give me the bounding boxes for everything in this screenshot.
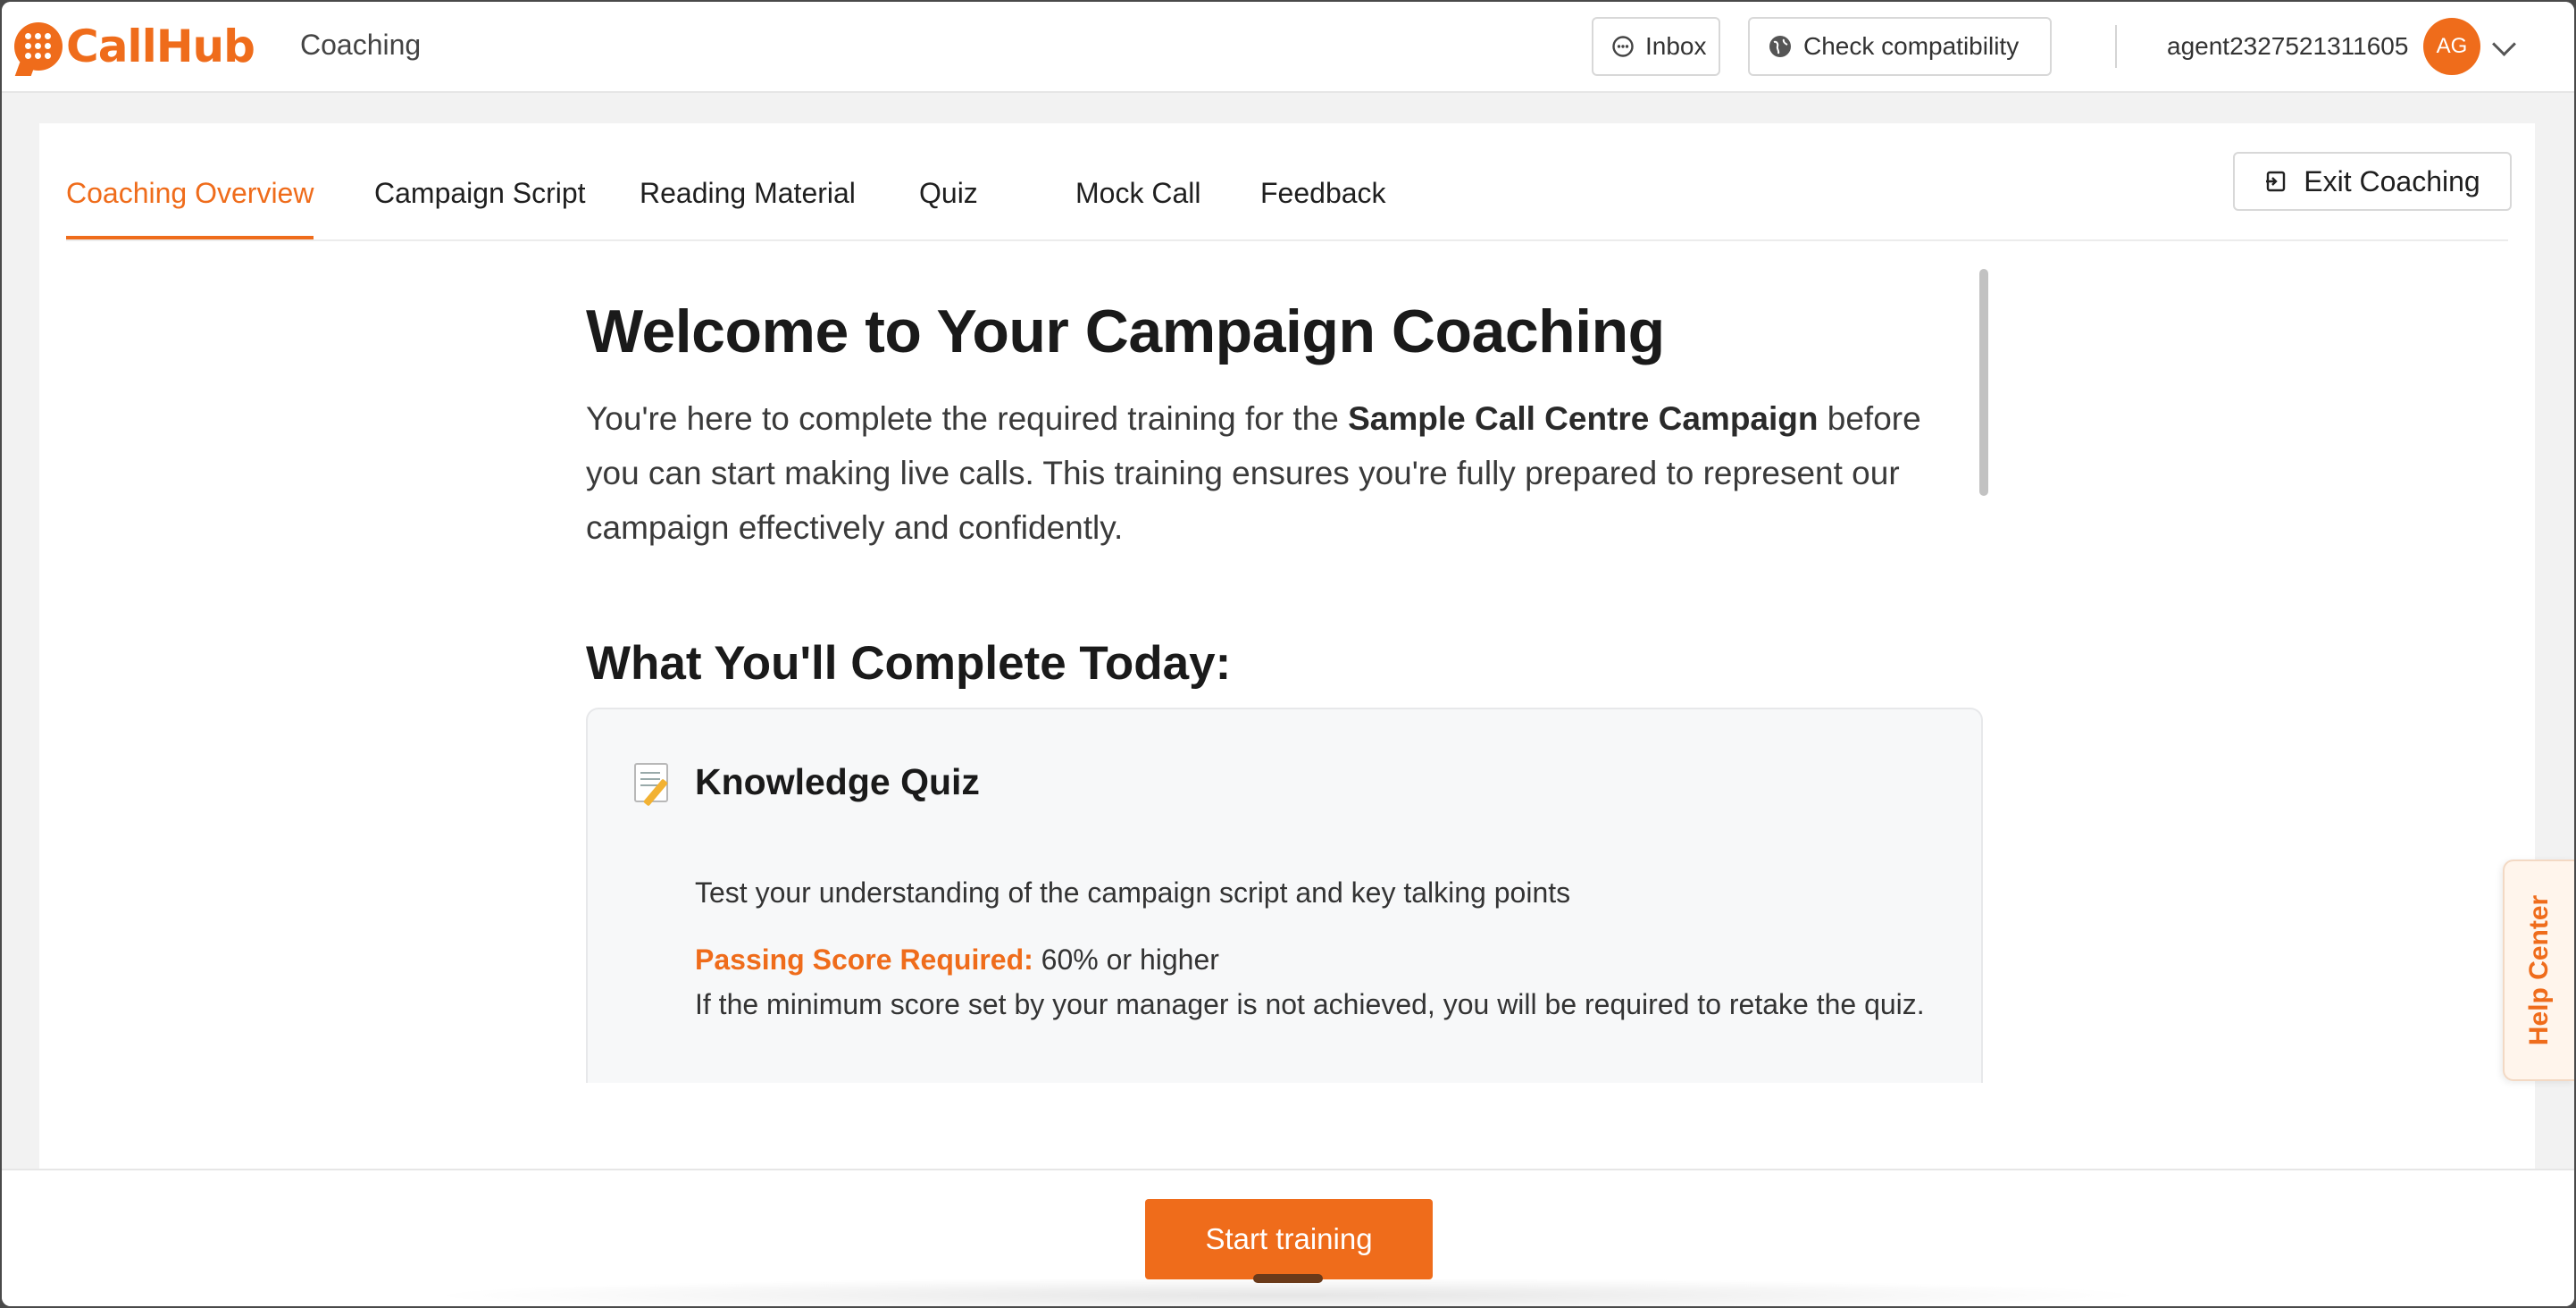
start-training-label: Start training: [1205, 1222, 1373, 1255]
quiz-title: Knowledge Quiz: [695, 761, 980, 802]
tab-bar: Coaching Overview Campaign Script Readin…: [66, 123, 2508, 241]
compat-label: Check compatibility: [1803, 32, 2020, 60]
app-window: CallHub Coaching Inbox Check compatibili…: [2, 2, 2574, 1306]
content-scrollbar[interactable]: [1979, 269, 1988, 496]
callhub-logo[interactable]: CallHub: [14, 20, 255, 73]
content-scroll-area[interactable]: Welcome to Your Campaign Coaching You're…: [39, 266, 2535, 1213]
tab-coaching-overview[interactable]: Coaching Overview: [66, 177, 314, 239]
agent-name[interactable]: agent2327521311605: [2167, 32, 2408, 61]
footer-bar: Start training: [2, 1169, 2574, 1306]
coaching-card: Coaching Overview Campaign Script Readin…: [39, 123, 2535, 1169]
quiz-title-row: Knowledge Quiz: [634, 761, 980, 803]
tab-mock-call[interactable]: Mock Call: [1075, 177, 1200, 239]
chat-bubble-icon: [1611, 35, 1635, 58]
inbox-label: Inbox: [1645, 32, 1707, 60]
section-title: Coaching: [300, 29, 422, 61]
logo-icon: [14, 22, 63, 71]
exit-icon: [2264, 170, 2287, 193]
complete-heading: What You'll Complete Today:: [586, 637, 1232, 690]
top-bar: CallHub Coaching Inbox Check compatibili…: [2, 2, 2574, 93]
help-center-label: Help Center: [2524, 894, 2554, 1046]
exit-coaching-label: Exit Coaching: [2304, 164, 2480, 197]
campaign-name: Sample Call Centre Campaign: [1348, 400, 1819, 437]
intro-paragraph: You're here to complete the required tra…: [586, 391, 1983, 555]
passing-score: Passing Score Required: 60% or higher: [695, 937, 1219, 982]
exit-coaching-button[interactable]: Exit Coaching: [2233, 152, 2512, 211]
memo-icon: [634, 762, 668, 802]
intro-prefix: You're here to complete the required tra…: [586, 400, 1349, 437]
check-compatibility-button[interactable]: Check compatibility: [1748, 17, 2052, 76]
inbox-button[interactable]: Inbox: [1592, 17, 1720, 76]
avatar[interactable]: AG: [2423, 18, 2480, 75]
help-center-tab[interactable]: Help Center: [2503, 859, 2574, 1081]
drag-handle: [1253, 1274, 1323, 1283]
tab-feedback[interactable]: Feedback: [1260, 177, 1386, 239]
knowledge-quiz-card: Knowledge Quiz Test your understanding o…: [586, 708, 1983, 1083]
tab-campaign-script[interactable]: Campaign Script: [374, 177, 586, 239]
page-title: Welcome to Your Campaign Coaching: [586, 298, 1665, 365]
retake-note: If the minimum score set by your manager…: [695, 988, 1925, 1020]
tab-quiz[interactable]: Quiz: [919, 177, 978, 239]
chevron-down-icon[interactable]: [2492, 32, 2516, 56]
start-training-button[interactable]: Start training: [1145, 1199, 1433, 1283]
logo-text: CallHub: [66, 21, 255, 72]
tab-reading-material[interactable]: Reading Material: [640, 177, 856, 239]
quiz-description: Test your understanding of the campaign …: [695, 876, 1571, 909]
divider: [2115, 25, 2117, 68]
globe-icon: [1768, 34, 1793, 59]
passing-score-value: 60% or higher: [1033, 943, 1219, 976]
passing-score-label: Passing Score Required:: [695, 943, 1033, 976]
